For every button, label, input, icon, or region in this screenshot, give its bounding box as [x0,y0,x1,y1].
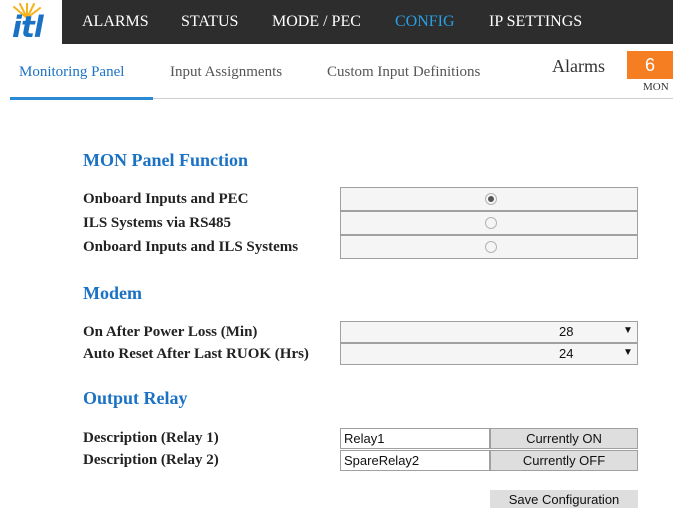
active-tab-indicator [10,97,153,100]
relay1-description-input[interactable]: Relay1 [340,428,490,449]
alarms-label: Alarms [552,56,605,76]
itl-logo: itl [0,0,62,46]
nav-mode-pec[interactable]: MODE / PEC [272,13,361,31]
relay-label: Description (Relay 2) [83,452,219,468]
section-title-modem: Modem [83,283,142,303]
relay-label: Description (Relay 1) [83,430,219,446]
option-label: Onboard Inputs and PEC [83,191,249,207]
nav-alarms[interactable]: ALARMS [82,13,149,31]
field-label: On After Power Loss (Min) [83,324,258,340]
radio-onboard-inputs-ils[interactable] [485,241,497,253]
relay2-toggle-button[interactable]: Currently OFF [490,450,638,471]
relay2-description-input[interactable]: SpareRelay2 [340,450,490,471]
nav-ip-settings[interactable]: IP SETTINGS [489,13,582,31]
tab-input-assignments[interactable]: Input Assignments [170,64,282,81]
option-label: ILS Systems via RS485 [83,215,231,231]
tab-divider [153,98,673,99]
alarm-count-badge[interactable]: 6 [627,51,673,79]
radio-cell[interactable] [340,235,638,259]
radio-ils-systems-rs485[interactable] [485,217,497,229]
relay1-toggle-button[interactable]: Currently ON [490,428,638,449]
logo-text: itl [12,10,44,44]
auto-reset-select[interactable]: 24 ▼ [340,343,638,365]
power-loss-select[interactable]: 28 ▼ [340,321,638,343]
save-configuration-button[interactable]: Save Configuration [490,490,638,508]
tab-monitoring-panel[interactable]: Monitoring Panel [19,64,124,81]
dropdown-arrow-icon: ▼ [623,347,633,358]
alarm-source-label: MON [643,81,669,93]
select-value: 28 [559,324,574,339]
section-title-mon-panel: MON Panel Function [83,150,248,170]
select-value: 24 [559,346,574,361]
option-label: Onboard Inputs and ILS Systems [83,239,299,255]
radio-cell[interactable] [340,211,638,235]
nav-status[interactable]: STATUS [181,13,238,31]
dropdown-arrow-icon: ▼ [623,325,633,336]
top-navigation: ALARMS STATUS MODE / PEC CONFIG IP SETTI… [62,0,673,44]
section-title-output-relay: Output Relay [83,388,188,408]
nav-config[interactable]: CONFIG [395,13,455,31]
radio-cell[interactable] [340,187,638,211]
radio-onboard-inputs-pec[interactable] [485,193,497,205]
field-label: Auto Reset After Last RUOK (Hrs) [83,346,309,362]
tab-custom-input-definitions[interactable]: Custom Input Definitions [327,64,480,81]
